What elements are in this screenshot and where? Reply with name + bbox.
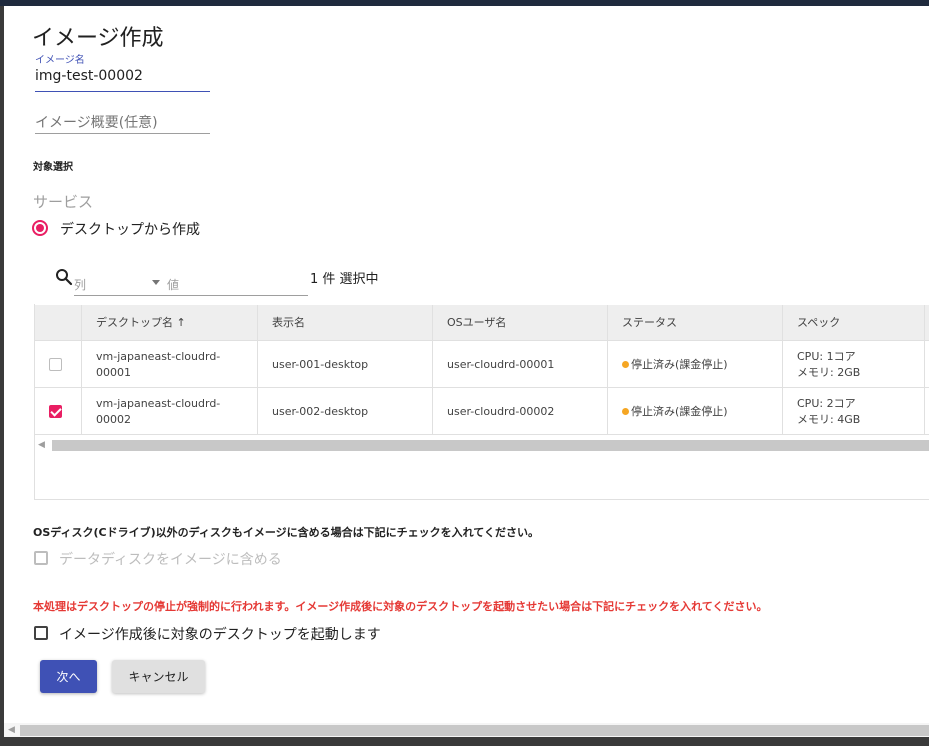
stop-warning: 本処理はデスクトップの停止が強制的に行われます。イメージ作成後に対象のデスクトッ… xyxy=(33,600,768,613)
status-dot-icon xyxy=(622,361,629,368)
header-spec[interactable]: スペック xyxy=(783,305,925,341)
table-row[interactable]: vm-japaneast-cloudrd- 00002 user-002-des… xyxy=(35,388,929,435)
status-dot-icon xyxy=(622,408,629,415)
status-cell: 停止済み(課金停止) xyxy=(608,341,783,388)
disk-note: OSディスク(Cドライブ)以外のディスクもイメージに含める場合は下記にチェックを… xyxy=(33,526,539,539)
filter-underline xyxy=(74,295,308,296)
desktop-name-cell: vm-japaneast-cloudrd- 00001 xyxy=(82,341,258,388)
header-status[interactable]: ステータス xyxy=(608,305,783,341)
row-checkbox[interactable] xyxy=(49,405,62,418)
include-data-disk-checkbox[interactable] xyxy=(34,551,48,565)
header-os-user[interactable]: OSユーザ名 xyxy=(433,305,608,341)
desktop-name-line2: 00001 xyxy=(96,365,131,379)
image-name-underline xyxy=(35,91,210,92)
spec-memory: メモリ: 2GB xyxy=(797,365,861,379)
status-text: 停止済み(課金停止) xyxy=(631,404,728,418)
chevron-down-icon[interactable] xyxy=(152,280,160,285)
row-checkbox-cell xyxy=(35,388,82,435)
table-scrollbar-thumb[interactable] xyxy=(52,440,929,451)
os-user-cell: user-cloudrd-00002 xyxy=(433,388,608,435)
image-description-input[interactable]: イメージ概要(任意) xyxy=(35,112,158,132)
scroll-left-arrow-icon[interactable]: ◀ xyxy=(8,725,15,735)
table-row[interactable]: vm-japaneast-cloudrd- 00001 user-001-des… xyxy=(35,341,929,388)
selected-count: 1 件 選択中 xyxy=(310,272,379,287)
display-name-cell: user-001-desktop xyxy=(258,341,433,388)
desktop-name-line1: vm-japaneast-cloudrd- xyxy=(96,349,221,363)
spec-cpu: CPU: 2コア xyxy=(797,396,856,410)
header-checkbox-cell xyxy=(35,305,82,341)
include-data-disk-label[interactable]: データディスクをイメージに含める xyxy=(59,549,282,569)
service-label: サービス xyxy=(33,193,94,211)
desktop-name-line2: 00002 xyxy=(96,412,131,426)
cancel-button[interactable]: キャンセル xyxy=(112,660,205,693)
search-icon xyxy=(56,269,73,286)
image-name-label: イメージ名 xyxy=(35,55,85,66)
row-checkbox[interactable] xyxy=(49,358,62,371)
header-display-name[interactable]: 表示名 xyxy=(258,305,433,341)
status-text: 停止済み(課金停止) xyxy=(631,357,728,371)
desktop-name-line1: vm-japaneast-cloudrd- xyxy=(96,396,221,410)
start-after-label[interactable]: イメージ作成後に対象のデスクトップを起動します xyxy=(59,624,381,644)
filter-value-input[interactable]: 値 xyxy=(167,276,179,293)
start-after-checkbox[interactable] xyxy=(34,626,48,640)
desktop-name-cell: vm-japaneast-cloudrd- 00002 xyxy=(82,388,258,435)
image-name-input[interactable]: img-test-00002 xyxy=(35,68,143,84)
radio-selected-dot xyxy=(36,224,44,232)
image-description-underline xyxy=(35,133,210,134)
os-user-cell: user-cloudrd-00001 xyxy=(433,341,608,388)
dialog-scrollbar-thumb[interactable] xyxy=(20,725,929,736)
dialog-title: イメージ作成 xyxy=(32,26,164,51)
next-button[interactable]: 次へ xyxy=(40,660,97,693)
window-bottom-bar xyxy=(0,737,929,746)
display-name-cell: user-002-desktop xyxy=(258,388,433,435)
spec-cell: CPU: 1コア メモリ: 2GB xyxy=(783,341,925,388)
spec-memory: メモリ: 4GB xyxy=(797,412,861,426)
row-checkbox-cell xyxy=(35,341,82,388)
scroll-left-arrow-icon[interactable]: ◀ xyxy=(38,440,45,450)
target-section-label: 対象選択 xyxy=(33,162,73,173)
create-from-desktop-label[interactable]: デスクトップから作成 xyxy=(60,219,200,239)
spec-cell: CPU: 2コア メモリ: 4GB xyxy=(783,388,925,435)
filter-column-select[interactable]: 列 xyxy=(74,276,86,293)
status-cell: 停止済み(課金停止) xyxy=(608,388,783,435)
header-desktop-name[interactable]: デスクトップ名 ↑ xyxy=(82,305,258,341)
spec-cpu: CPU: 1コア xyxy=(797,349,856,363)
